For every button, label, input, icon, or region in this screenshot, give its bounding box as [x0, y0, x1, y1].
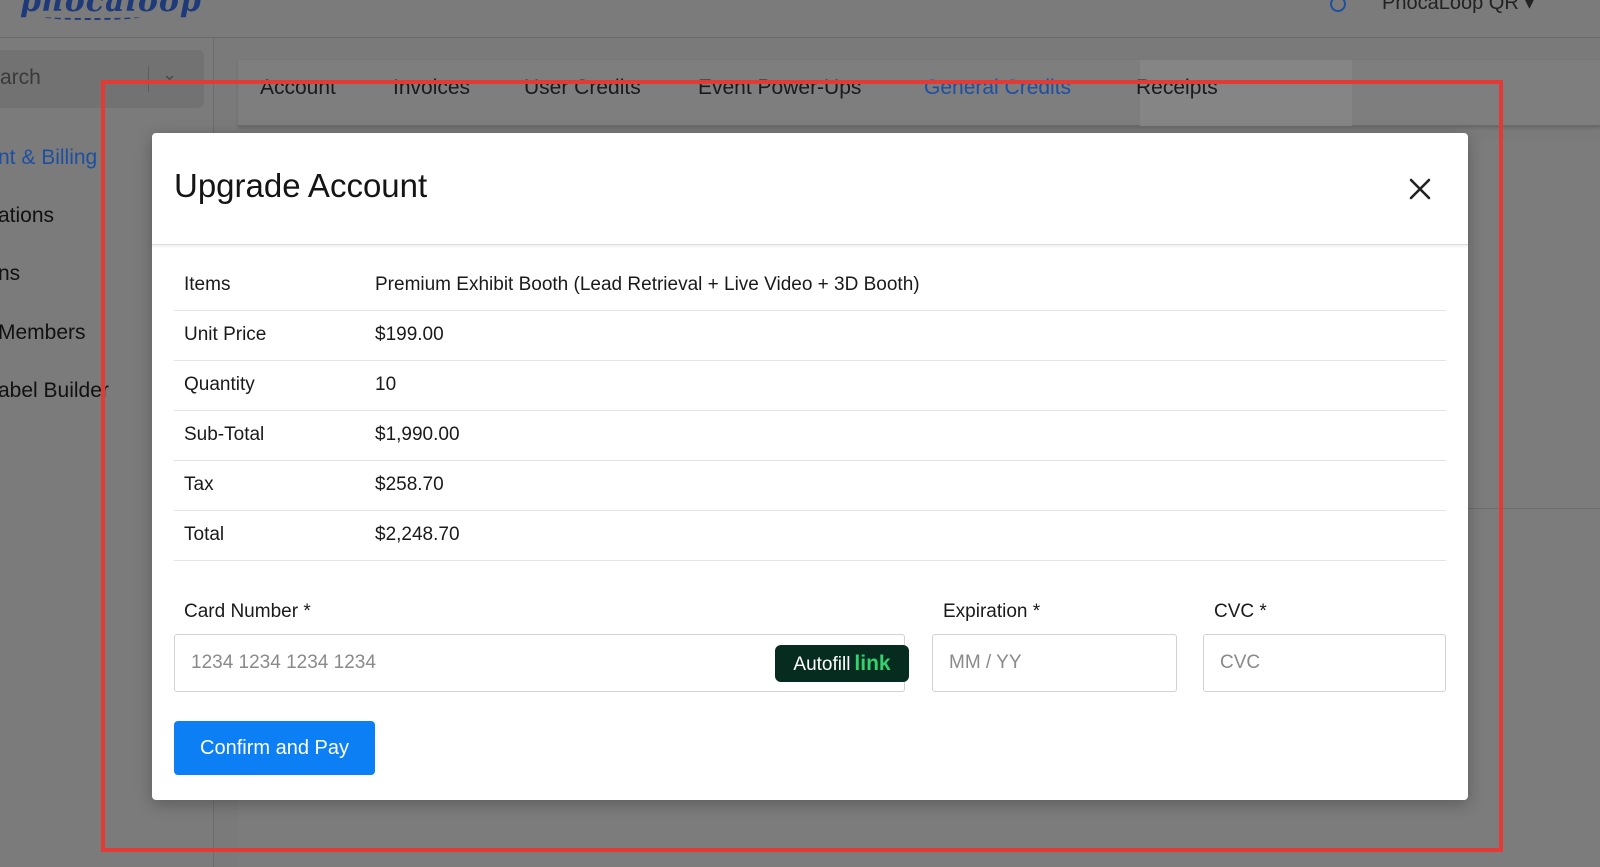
sidebar-search[interactable]: arch ⌄: [0, 50, 204, 108]
card-number-label: Card Number *: [184, 601, 311, 622]
table-row: Sub-Total $1,990.00: [174, 410, 1446, 461]
summary-label: Quantity: [174, 360, 375, 411]
summary-value: $1,990.00: [375, 410, 1446, 461]
table-row: Items Premium Exhibit Booth (Lead Retrie…: [174, 260, 1446, 311]
sidebar-item-plans[interactable]: ns: [0, 262, 20, 286]
table-row: Unit Price $199.00: [174, 310, 1446, 361]
link-brand-icon: link: [854, 651, 891, 675]
expiration-input[interactable]: [933, 635, 1176, 691]
upgrade-account-modal: Upgrade Account Items Premium Exhibit Bo…: [152, 133, 1468, 800]
tabs-bar: Account Invoices User Credits Event Powe…: [238, 60, 1600, 126]
summary-value: $2,248.70: [375, 510, 1446, 561]
tab-invoices[interactable]: Invoices: [393, 76, 470, 100]
summary-label: Total: [174, 510, 375, 561]
modal-header: Upgrade Account: [152, 133, 1468, 245]
top-bar: phocaloop PhocaLoop QR ▾: [0, 0, 1600, 38]
summary-label: Items: [174, 260, 375, 311]
card-number-box: Autofilllink: [174, 634, 909, 692]
sidebar-search-label: arch: [0, 66, 41, 89]
logo-underline: [44, 14, 140, 20]
order-summary-table: Items Premium Exhibit Booth (Lead Retrie…: [174, 260, 1446, 561]
chevron-down-icon: ⌄: [162, 64, 178, 84]
user-status-icon: [1330, 0, 1346, 12]
tab-user-credits[interactable]: User Credits: [524, 76, 641, 100]
summary-label: Tax: [174, 460, 375, 511]
cvc-label: CVC *: [1214, 601, 1267, 622]
close-icon: [1409, 178, 1431, 200]
expiration-box: [932, 634, 1177, 692]
summary-value: Premium Exhibit Booth (Lead Retrieval + …: [375, 260, 1446, 311]
tab-account[interactable]: Account: [260, 76, 336, 100]
summary-value: $199.00: [375, 310, 1446, 361]
sidebar-item-account-billing[interactable]: nt & Billing: [0, 146, 97, 170]
modal-title: Upgrade Account: [174, 167, 428, 204]
sidebar-item-label-builder[interactable]: abel Builder: [0, 379, 109, 403]
summary-label: Unit Price: [174, 310, 375, 361]
table-row: Total $2,248.70: [174, 510, 1446, 561]
autofill-label: Autofill: [793, 653, 851, 675]
sidebar-item-members[interactable]: Members: [0, 321, 86, 345]
search-divider: [148, 66, 149, 92]
summary-value: 10: [375, 360, 1446, 411]
chevron-down-icon: ▾: [1524, 0, 1535, 14]
summary-value: $258.70: [375, 460, 1446, 511]
autofill-link-button[interactable]: Autofill link: [775, 645, 909, 682]
close-button[interactable]: [1400, 169, 1440, 209]
summary-label: Sub-Total: [174, 410, 375, 461]
tab-event-power-ups[interactable]: Event Power-Ups: [698, 76, 861, 100]
table-row: Quantity 10: [174, 360, 1446, 411]
user-menu[interactable]: PhocaLoop QR ▾: [1330, 0, 1534, 15]
sidebar-item-integrations[interactable]: ations: [0, 204, 54, 228]
tab-general-credits[interactable]: General Credits: [924, 76, 1071, 100]
tab-receipts[interactable]: Receipts: [1136, 76, 1218, 100]
expiration-label: Expiration *: [943, 601, 1041, 622]
confirm-and-pay-button[interactable]: Confirm and Pay: [174, 721, 375, 775]
cvc-box: [1203, 634, 1446, 692]
user-name: PhocaLoop QR: [1382, 0, 1519, 14]
cvc-input[interactable]: [1204, 635, 1445, 691]
table-row: Tax $258.70: [174, 460, 1446, 511]
